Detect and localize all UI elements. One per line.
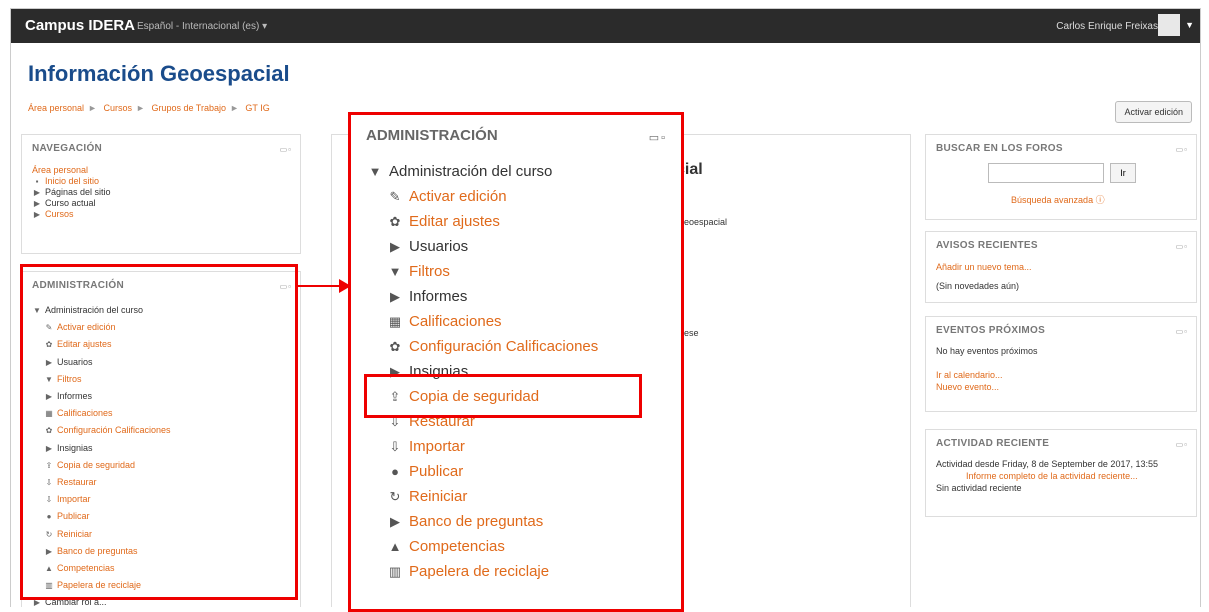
download-icon: ⇩ (389, 439, 401, 454)
zoomed-administration-block: ADMINISTRACIÓN ▭▫ ▼ Administración del cu… (348, 112, 684, 612)
no-events-text: No hay eventos próximos (936, 346, 1038, 356)
chevron-right-icon: ▶ (390, 514, 400, 529)
nav-item[interactable]: Área personal (32, 165, 111, 176)
breadcrumb-item[interactable]: GT IG (245, 103, 269, 113)
forum-search-go-button[interactable]: Ir (1110, 163, 1136, 183)
chevron-right-icon: ▶ (33, 199, 41, 208)
top-navbar: Campus IDERA Español - Internacional (es… (11, 9, 1200, 43)
forum-search-block: BUSCAR EN LOS FOROS ▭▫ Ir Búsqueda avanz… (925, 134, 1197, 220)
news-empty-text: (Sin novedades aún) (936, 281, 1020, 291)
no-activity-text: Sin actividad reciente (936, 483, 1022, 493)
admin-item[interactable]: ▶ Usuarios (366, 234, 598, 259)
forum-search-input[interactable] (988, 163, 1104, 183)
trash-icon: ▥ (388, 564, 402, 579)
user-menu-caret-icon[interactable]: ▼ (1185, 20, 1194, 30)
forum-search-heading: BUSCAR EN LOS FOROS (936, 143, 1063, 154)
arrow-line (297, 285, 341, 287)
chevron-right-icon: ▶ (390, 239, 400, 254)
backup-highlight-box (364, 374, 642, 418)
help-icon[interactable]: ⓘ (1096, 195, 1105, 205)
upcoming-events-heading: EVENTOS PRÓXIMOS (936, 325, 1046, 336)
calendar-link[interactable]: Ir al calendario... (936, 369, 1038, 381)
upcoming-events-block: EVENTOS PRÓXIMOS ▭▫ No hay eventos próxi… (925, 316, 1197, 412)
navigation-block: NAVEGACIÓN ▭▫ Área personal ▪ Inicio del … (21, 134, 301, 254)
block-controls-icon[interactable]: ▭▫ (649, 131, 667, 144)
new-event-link[interactable]: Nuevo evento... (936, 381, 1038, 393)
globe-icon: ● (391, 464, 399, 479)
admin-item[interactable]: ▥ Papelera de reciclaje (366, 559, 598, 584)
admin-item[interactable]: ▦ Calificaciones (366, 309, 598, 334)
filter-icon: ▼ (388, 264, 402, 279)
pencil-icon: ✎ (389, 189, 401, 204)
recent-activity-block: ACTIVIDAD RECIENTE ▭▫ Actividad desde Fr… (925, 429, 1197, 517)
block-controls-icon[interactable]: ▭▫ (1176, 145, 1188, 154)
zoomed-administration-heading: ADMINISTRACIÓN (366, 127, 498, 144)
gear-icon: ✿ (389, 339, 401, 354)
nav-item[interactable]: ▪ Inicio del sitio (32, 176, 111, 187)
recent-activity-heading: ACTIVIDAD RECIENTE (936, 438, 1050, 449)
site-brand[interactable]: Campus IDERA (25, 17, 135, 34)
chevron-down-icon: ▼ (368, 164, 382, 179)
block-controls-icon[interactable]: ▭▫ (1176, 242, 1188, 251)
advanced-search-link[interactable]: Búsqueda avanzada ⓘ (1011, 193, 1105, 206)
block-controls-icon[interactable]: ▭▫ (1176, 440, 1188, 449)
admin-item[interactable]: ▼ Filtros (366, 259, 598, 284)
breadcrumb-item[interactable]: Área personal (28, 103, 84, 113)
admin-item[interactable]: ✎ Activar edición (366, 184, 598, 209)
admin-item[interactable]: ↻ Reiniciar (366, 484, 598, 509)
breadcrumb-item[interactable]: Cursos (103, 103, 132, 113)
admin-item[interactable]: ▶ Informes (366, 284, 598, 309)
course-text-fragment: ese (684, 328, 699, 338)
add-topic-link[interactable]: Añadir un nuevo tema... (936, 258, 1032, 277)
user-name[interactable]: Carlos Enrique Freixas (1056, 21, 1158, 32)
chevron-right-icon: ▶ (33, 188, 41, 197)
competency-icon: ▲ (388, 539, 402, 554)
admin-item[interactable]: ✿ Editar ajustes (366, 209, 598, 234)
chevron-right-icon: ▶ (390, 289, 400, 304)
full-report-link[interactable]: Informe completo de la actividad recient… (936, 470, 1158, 482)
highlight-box (20, 264, 298, 600)
page-title: Información Geoespacial (28, 61, 290, 86)
breadcrumb-item[interactable]: Grupos de Trabajo (151, 103, 226, 113)
admin-item[interactable]: ✿ Configuración Calificaciones (366, 334, 599, 359)
activity-since-text: Actividad desde Friday, 8 de September d… (936, 459, 1158, 469)
course-text-fragment: eoespacial (684, 217, 728, 227)
admin-item[interactable]: ● Publicar (366, 459, 598, 484)
recent-news-heading: AVISOS RECIENTES (936, 240, 1038, 251)
nav-item[interactable]: ▶ Páginas del sitio (32, 187, 111, 198)
chevron-right-icon: ▶ (33, 210, 41, 219)
block-controls-icon[interactable]: ▭▫ (280, 145, 292, 154)
navigation-heading: NAVEGACIÓN (32, 143, 103, 154)
breadcrumb: Área personal ► Cursos ► Grupos de Trabajo… (28, 103, 270, 113)
avatar[interactable] (1158, 14, 1180, 36)
block-controls-icon[interactable]: ▭▫ (1176, 327, 1188, 336)
nav-item[interactable]: ▶ Cursos (32, 209, 111, 220)
table-icon: ▦ (388, 314, 402, 329)
nav-item[interactable]: ▶ Curso actual (32, 198, 111, 209)
admin-item[interactable]: ▶ Banco de preguntas (366, 509, 598, 534)
admin-item[interactable]: ▲ Competencias (366, 534, 598, 559)
reset-icon: ↻ (389, 489, 401, 504)
gear-icon: ✿ (389, 214, 401, 229)
bullet-icon: ▪ (35, 177, 39, 186)
recent-news-block: AVISOS RECIENTES ▭▫ Añadir un nuevo tema… (925, 231, 1197, 303)
language-selector[interactable]: Español - Internacional (es) ▾ (137, 21, 267, 32)
admin-item[interactable]: ⇩ Importar (366, 434, 598, 459)
activate-edit-button[interactable]: Activar edición (1115, 101, 1192, 123)
course-admin-node[interactable]: ▼ Administración del curso (366, 159, 598, 184)
